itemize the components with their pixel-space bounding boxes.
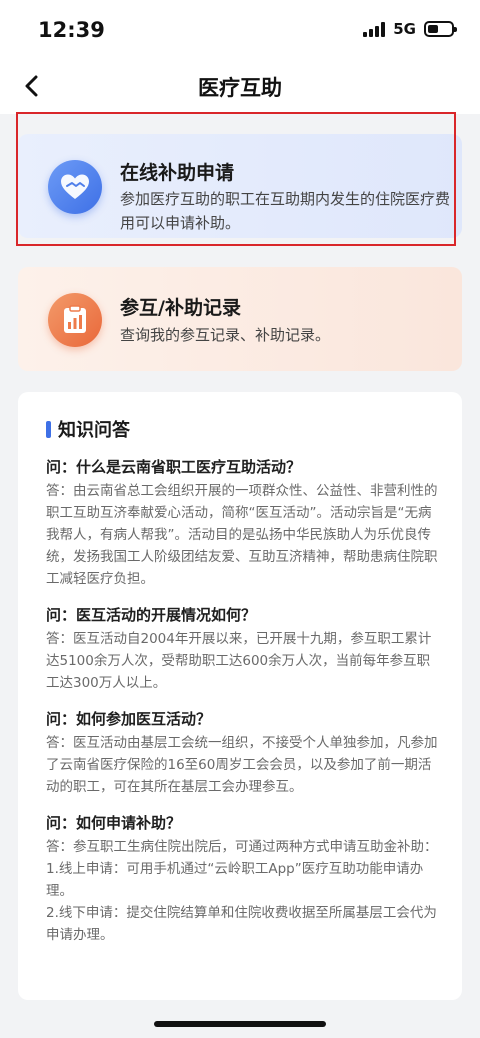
section-accent-bar (46, 420, 51, 438)
screen: 12:39 5G 医疗互助 在线补助申请 参加医疗互助的职工在互助期内发生的住院… (0, 0, 480, 1038)
status-bar: 12:39 5G (0, 0, 480, 60)
faq-item: 问：医互活动的开展情况如何？ 答：医互活动自2004年开展以来，已开展十九期，参… (46, 604, 442, 694)
faq-answer-line: 1.线上申请：可用手机通过“云岭职工App”医疗互助功能申请办理。 (46, 861, 424, 899)
faq-answer: 答：医互活动由基层工会统一组织，不接受个人单独参加，凡参加了云南省医疗保险的16… (46, 735, 438, 795)
signal-icon (363, 21, 386, 37)
page-title: 医疗互助 (198, 76, 282, 100)
faq-item: 问：如何参加医互活动？ 答：医互活动由基层工会统一组织，不接受个人单独参加，凡参… (46, 708, 442, 798)
faq-answer: 答：医互活动自2004年开展以来，已开展十九期，参互职工累计达5100余万人次，… (46, 631, 432, 691)
faq-answer-line: 答：参互职工生病住院出院后，可通过两种方式申请互助金补助： (46, 839, 438, 855)
faq-item: 问：如何申请补助？ 答：参互职工生病住院出院后，可通过两种方式申请互助金补助： … (46, 812, 442, 946)
faq-question: 问：如何申请补助？ (46, 814, 182, 832)
faq-item: 问：什么是云南省职工医疗互助活动？ 答：由云南省总工会组织开展的一项群众性、公益… (46, 456, 442, 590)
participation-subsidy-record-card[interactable]: 参互/补助记录 查询我的参互记录、补助记录。 (18, 267, 462, 371)
status-indicators: 5G (363, 20, 457, 38)
home-indicator[interactable] (154, 1021, 326, 1027)
card-title: 参互/补助记录 (120, 297, 241, 319)
faq-question: 问：什么是云南省职工医疗互助活动？ (46, 458, 302, 476)
online-subsidy-apply-card[interactable]: 在线补助申请 参加医疗互助的职工在互助期内发生的住院医疗费用可以申请补助。 (18, 134, 462, 238)
faq-answer: 答：由云南省总工会组织开展的一项群众性、公益性、非营利性的职工互助互济奉献爱心活… (46, 483, 438, 587)
faq-list: 问：什么是云南省职工医疗互助活动？ 答：由云南省总工会组织开展的一项群众性、公益… (46, 456, 442, 960)
status-time: 12:39 (38, 18, 105, 42)
faq-answer: 答：参互职工生病住院出院后，可通过两种方式申请互助金补助： 1.线上申请：可用手… (46, 836, 442, 946)
faq-header: 知识问答 (46, 416, 130, 442)
heart-hands-icon (48, 160, 102, 214)
faq-question: 问：医互活动的开展情况如何？ (46, 606, 257, 624)
card-title: 在线补助申请 (120, 162, 235, 184)
nav-bar: 医疗互助 (0, 60, 480, 114)
faq-title: 知识问答 (58, 420, 130, 441)
card-description: 查询我的参互记录、补助记录。 (120, 326, 331, 344)
network-type: 5G (393, 20, 416, 38)
records-icon (48, 293, 102, 347)
faq-answer-line: 2.线下申请：提交住院结算单和住院收费收据至所属基层工会代为申请办理。 (46, 905, 437, 943)
battery-icon (424, 21, 457, 37)
card-description: 参加医疗互助的职工在互助期内发生的住院医疗费用可以申请补助。 (120, 190, 451, 232)
faq-panel: 知识问答 问：什么是云南省职工医疗互助活动？ 答：由云南省总工会组织开展的一项群… (18, 392, 462, 1000)
faq-question: 问：如何参加医互活动？ (46, 710, 212, 728)
